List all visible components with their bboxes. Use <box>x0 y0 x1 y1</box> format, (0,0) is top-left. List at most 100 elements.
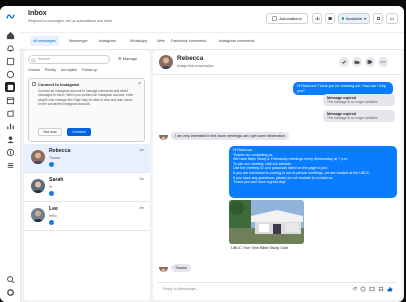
settings-button[interactable] <box>373 13 383 24</box>
insights-icon[interactable] <box>5 121 15 131</box>
conversation-time: 1m <box>139 148 144 152</box>
message-composer[interactable]: Reply in Messenger... <box>157 282 397 297</box>
conversation-snippet: Thanks <box>49 156 61 160</box>
tab-whatsapp[interactable]: WhatsApp <box>127 36 151 46</box>
messenger-icon <box>49 162 54 167</box>
connect-button[interactable]: Connect <box>67 128 91 136</box>
reply-input[interactable]: Reply in Messenger... <box>163 287 200 291</box>
connect-card-description: Connect an Instagram account to manage c… <box>38 89 134 107</box>
more-options-button[interactable]: ••• <box>386 13 398 24</box>
conversation-name: Rebecca <box>49 148 71 154</box>
available-status-dot <box>342 17 344 20</box>
tab-all-messages[interactable]: All messages <box>30 36 59 46</box>
calendar-icon[interactable] <box>5 95 15 105</box>
channel-tabs: All messages Messenger Instagram WhatsAp… <box>20 32 404 50</box>
inbox-icon[interactable] <box>5 82 15 92</box>
search-placeholder: Search <box>38 57 51 61</box>
attach-icon[interactable] <box>351 286 357 292</box>
meta-logo-icon[interactable] <box>5 11 15 21</box>
conversation-time: 3m <box>139 206 144 210</box>
card-checkbox[interactable] <box>32 82 36 86</box>
mark-done-button[interactable] <box>339 57 349 67</box>
page-header: Inbox Respond to messages, set up automa… <box>20 6 404 32</box>
message-line: If you are interested in coming to our i… <box>233 170 371 175</box>
messenger-icon <box>49 220 54 225</box>
left-nav-rail <box>0 6 21 302</box>
page-subtitle: Respond to messages, set up automations … <box>28 19 113 23</box>
ads-icon[interactable] <box>5 108 15 118</box>
gear-icon <box>376 16 380 21</box>
connect-card-title: Connect to Instagram <box>38 82 80 87</box>
more-actions-button[interactable] <box>378 57 388 67</box>
assign-conversation-link[interactable]: Assign this conversation <box>177 64 214 68</box>
avatar <box>159 263 168 272</box>
tab-facebook-comments[interactable]: Facebook comments <box>168 36 209 46</box>
emoji-icon[interactable] <box>360 286 366 292</box>
chevron-down-icon: ▾ <box>363 16 366 21</box>
not-now-button[interactable]: Not now <box>38 128 62 136</box>
avatar <box>31 179 45 193</box>
message-line: Thank you and have a great day! <box>233 180 286 185</box>
manage-label: Manage <box>122 56 138 61</box>
labels-button[interactable] <box>325 13 335 24</box>
image-icon[interactable] <box>369 286 375 292</box>
availability-label: Available <box>345 16 362 21</box>
conversation-item-lee[interactable]: Lee 3m Hello <box>24 202 150 230</box>
messenger-icon <box>49 191 54 196</box>
tab-instagram[interactable]: Instagram <box>96 36 119 46</box>
more-tools-icon[interactable] <box>5 160 15 170</box>
conversation-header: Rebecca Assign this conversation <box>153 50 401 75</box>
conversation-name: Lee <box>49 206 58 212</box>
manage-icon: ⚙ <box>118 56 122 61</box>
conversation-list-panel: Search ⚙ Manage Unread Priority Ad repli… <box>24 50 150 300</box>
manage-button[interactable]: ⚙ Manage <box>118 56 137 61</box>
chart-icon <box>315 17 319 20</box>
avatar <box>31 208 45 222</box>
like-icon[interactable] <box>387 286 393 292</box>
conversation-item-rebecca[interactable]: Rebecca 1m Thanks <box>24 144 150 172</box>
monetization-icon[interactable] <box>5 147 15 157</box>
avatar <box>159 55 173 69</box>
content-icon[interactable] <box>5 69 15 79</box>
shared-photo[interactable] <box>229 200 304 244</box>
settings-icon[interactable] <box>5 287 15 297</box>
close-icon[interactable]: × <box>138 81 141 87</box>
incoming-message: Thanks <box>171 264 191 272</box>
folder-icon <box>354 60 360 64</box>
check-circle-icon <box>341 60 347 64</box>
page-title: Inbox <box>28 10 47 17</box>
filter-priority[interactable]: Priority <box>45 68 56 72</box>
tab-web[interactable]: Web <box>154 36 168 46</box>
contact-name: Rebecca <box>177 55 204 62</box>
search-icon[interactable] <box>5 274 15 284</box>
photo-caption: UBCC True Vine Bible Study Club <box>231 246 289 250</box>
avatar <box>31 150 45 164</box>
availability-dropdown[interactable]: Available ▾ <box>338 13 370 24</box>
analytics-button[interactable] <box>312 13 322 24</box>
tab-instagram-comments[interactable]: Instagram comments <box>216 36 257 46</box>
label-button[interactable] <box>365 57 375 67</box>
expired-detail: This message is no longer available <box>327 100 378 104</box>
filter-ad-replies[interactable]: Ad replies <box>61 68 77 72</box>
search-input[interactable]: Search <box>28 55 110 64</box>
divider <box>24 230 150 231</box>
automations-button[interactable]: Automations <box>266 13 308 24</box>
expired-message: Message expired This message is no longe… <box>323 94 395 106</box>
posts-icon[interactable] <box>5 56 15 66</box>
home-icon[interactable] <box>5 30 15 40</box>
move-button[interactable] <box>352 57 362 67</box>
filter-chips: Unread Priority Ad replies Follow up <box>28 68 101 72</box>
automations-label: Automations <box>279 16 302 21</box>
filter-unread[interactable]: Unread <box>28 68 40 72</box>
tab-messenger[interactable]: Messenger <box>66 36 91 46</box>
audience-icon[interactable] <box>5 134 15 144</box>
conversation-name: Sarah <box>49 177 64 183</box>
conversation-panel: Rebecca Assign this conversation Hi Rebe… <box>153 50 401 300</box>
filter-follow-up[interactable]: Follow up <box>82 68 97 72</box>
label-icon <box>328 17 332 20</box>
conversation-item-sarah[interactable]: Sarah 2m Hi <box>24 173 150 201</box>
tag-icon <box>367 60 373 64</box>
saved-reply-icon[interactable] <box>378 286 384 292</box>
notifications-icon[interactable] <box>5 43 15 53</box>
more-icon: ••• <box>389 16 395 21</box>
